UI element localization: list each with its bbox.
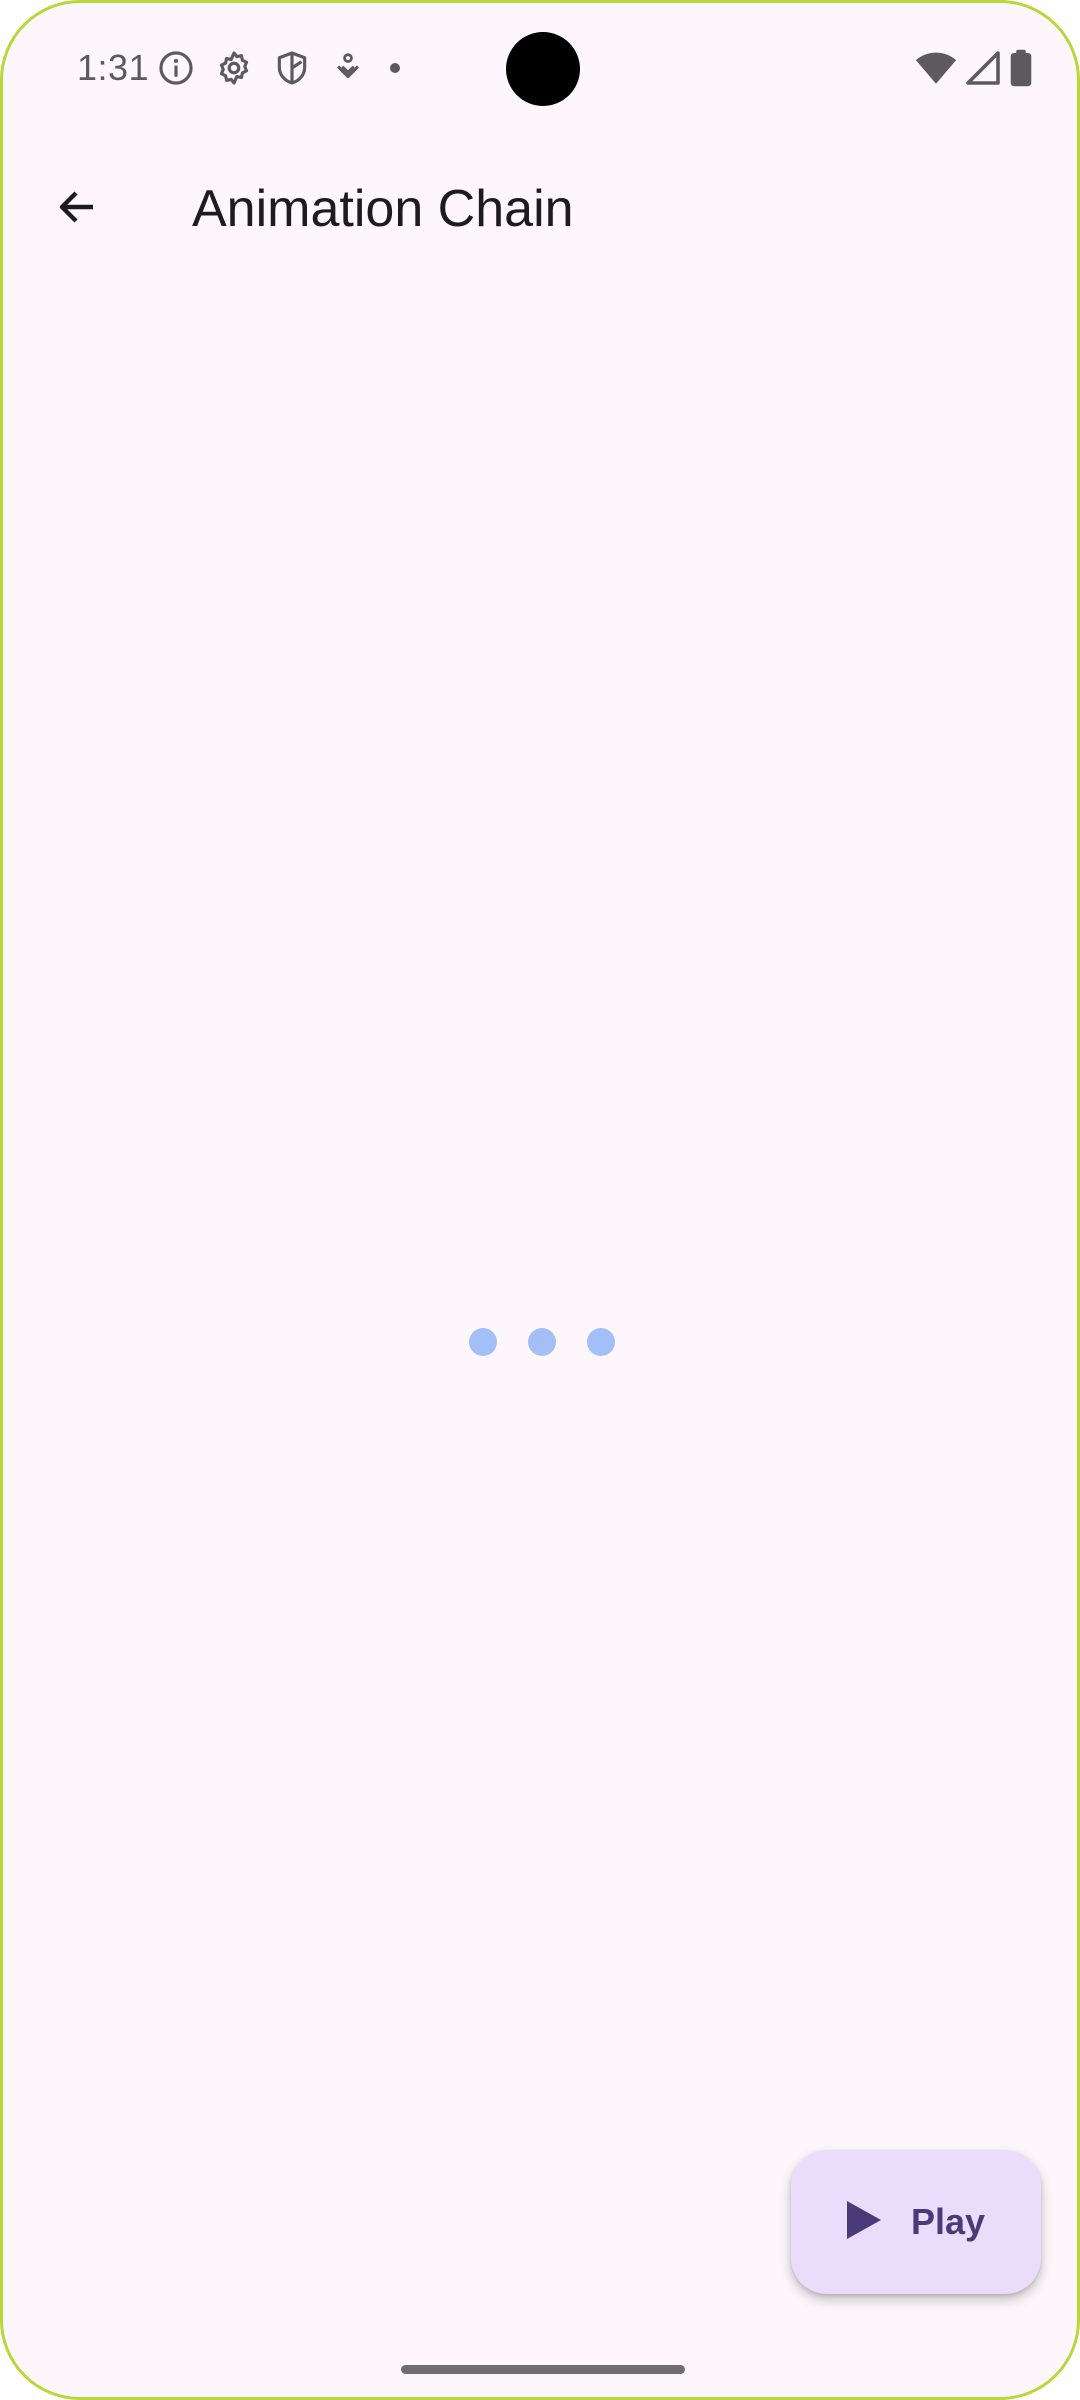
home-indicator[interactable] — [401, 2365, 685, 2374]
loading-dot — [587, 1328, 615, 1356]
play-button-label: Play — [910, 2201, 986, 2242]
info-icon — [157, 49, 195, 87]
wifi-icon — [915, 50, 957, 91]
status-bar: 1:31 — [3, 3, 1077, 133]
page-title: Animation Chain — [192, 180, 574, 238]
loading-dot — [469, 1328, 497, 1356]
battery-icon — [1009, 49, 1033, 92]
play-icon — [846, 2200, 881, 2244]
arrow-back-icon — [53, 183, 101, 236]
top-app-bar: Animation Chain — [3, 153, 1077, 263]
loading-indicator — [469, 1328, 615, 1356]
status-time: 1:31 — [77, 47, 150, 88]
loading-dot — [528, 1328, 556, 1356]
notification-dot-icon — [385, 58, 405, 78]
play-button[interactable]: Play — [791, 2150, 1041, 2294]
shield-icon — [273, 49, 311, 87]
download-icon — [331, 51, 365, 85]
front-camera — [506, 32, 580, 106]
device-frame: 1:31 Animation Chain Play — [0, 0, 1080, 2400]
gear-icon — [215, 49, 253, 87]
status-icons-right — [915, 49, 1033, 92]
signal-icon — [965, 50, 1001, 91]
back-button[interactable] — [37, 173, 117, 245]
status-icons-left — [157, 49, 405, 87]
